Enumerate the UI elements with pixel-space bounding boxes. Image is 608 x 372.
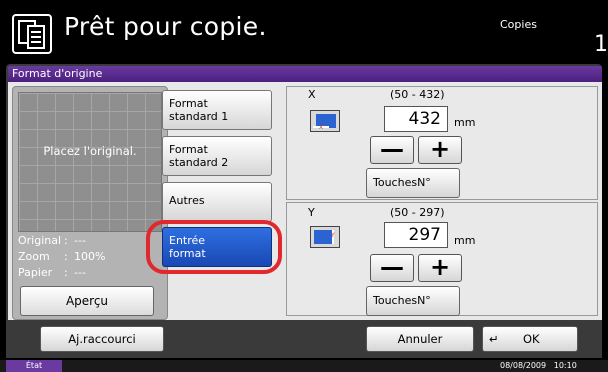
copy-app-icon [12,14,52,54]
page-title: Prêt pour copie. [64,12,267,41]
format-other-button[interactable]: Autres [162,182,272,222]
status-datetime: 08/08/2009 10:10 [500,361,577,370]
preview-message: Placez l'original. [43,144,137,158]
preview-button[interactable]: Aperçu [20,286,154,316]
x-width-icon: X [310,110,340,132]
y-numeric-keys-button[interactable]: TouchesN° [366,286,460,316]
svg-text:Y: Y [330,232,335,239]
format-input-button[interactable]: Entrée format [162,227,272,267]
format-other-label: Autres [169,194,205,207]
svg-text:X: X [319,124,323,131]
stat-label: Original [18,234,62,247]
y-increment-button[interactable]: + [418,254,462,282]
header-bar: Prêt pour copie. Copies 1 [6,6,608,58]
format-standard-2-label: Format standard 2 [169,143,229,169]
stat-separator: : [64,250,68,263]
ok-label: OK [523,332,540,346]
x-value-field[interactable]: 432 [384,106,448,132]
stat-original: Original: --- [18,234,86,247]
y-decrement-button[interactable]: — [370,254,414,282]
y-unit-label: mm [454,234,476,247]
ok-button[interactable]: ↵ OK [482,326,578,352]
stat-value: --- [74,234,86,247]
stat-paper: Papier: --- [18,266,86,279]
enter-icon: ↵ [489,332,499,346]
stat-value: --- [74,266,86,279]
x-range-label: (50 - 432) [390,88,445,101]
stat-label: Zoom [18,250,50,263]
add-shortcut-button[interactable]: Aj.raccourci [40,326,164,352]
y-range-label: (50 - 297) [390,206,445,219]
y-axis-label: Y [308,206,315,219]
stat-label: Papier [18,266,53,279]
stat-value: 100% [74,250,106,263]
stat-separator: : [64,234,68,247]
format-standard-2-button[interactable]: Format standard 2 [162,136,272,176]
copies-label: Copies [500,18,537,31]
preview-grid [18,92,162,232]
status-label[interactable]: État [6,360,62,372]
format-standard-1-button[interactable]: Format standard 1 [162,90,272,130]
panel-title: Format d'origine [8,66,602,82]
x-numeric-keys-button[interactable]: TouchesN° [366,168,460,198]
format-standard-1-label: Format standard 1 [169,97,229,123]
format-input-label: Entrée format [169,234,206,260]
copies-count: 1 [594,32,608,57]
y-height-icon: Y [310,226,340,248]
x-axis-label: X [308,88,316,101]
stat-zoom: Zoom:100% [18,250,105,263]
cancel-button[interactable]: Annuler [366,326,474,352]
y-value-field[interactable]: 297 [384,222,448,248]
x-decrement-button[interactable]: — [370,136,414,164]
x-increment-button[interactable]: + [418,136,462,164]
x-unit-label: mm [454,116,476,129]
stat-separator: : [64,266,68,279]
